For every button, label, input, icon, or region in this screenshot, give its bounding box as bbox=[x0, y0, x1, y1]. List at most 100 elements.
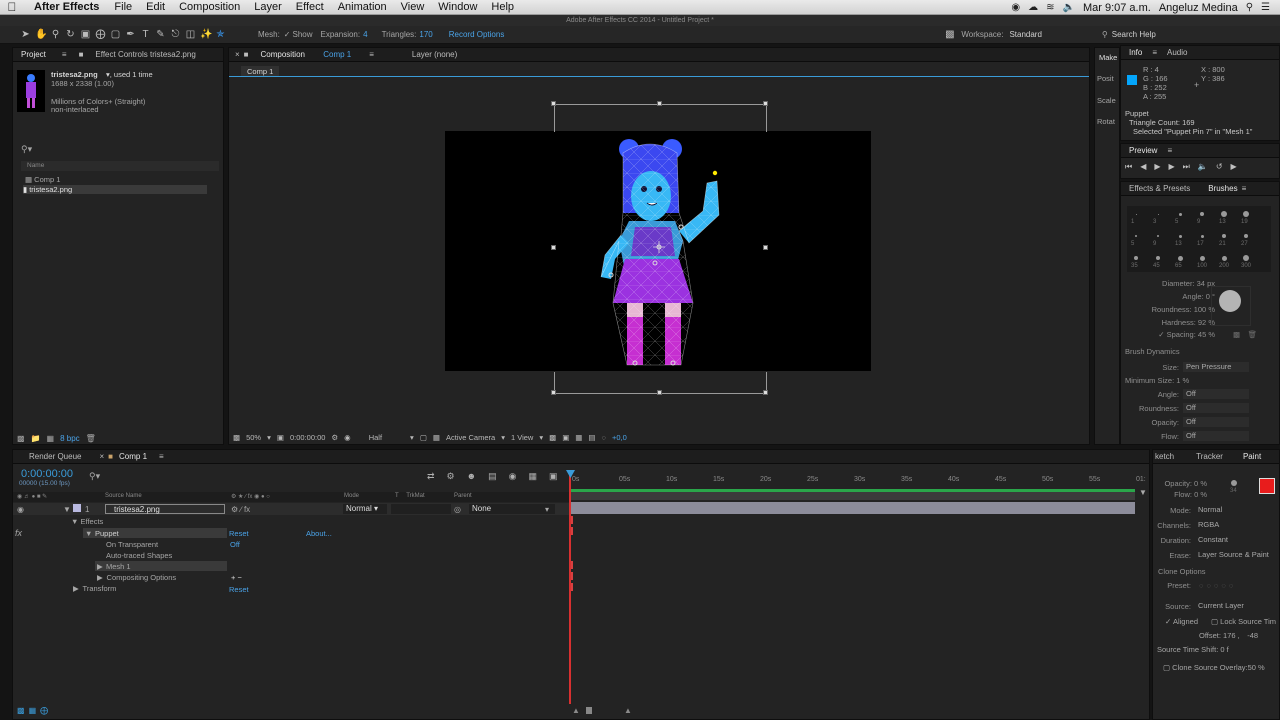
tab-effects-presets[interactable]: Effects & Presets bbox=[1121, 184, 1198, 193]
layer-duration-bar[interactable] bbox=[571, 502, 1135, 514]
resolution-select[interactable]: Half bbox=[369, 433, 382, 442]
show-mesh-checkbox[interactable]: ✓ bbox=[284, 30, 291, 39]
keyframe-marker[interactable] bbox=[571, 572, 573, 580]
exposure-value[interactable]: +0,0 bbox=[612, 433, 627, 442]
column-parent[interactable]: Parent bbox=[454, 493, 472, 499]
brush-tip[interactable] bbox=[1244, 234, 1248, 238]
transform-handle[interactable] bbox=[657, 390, 662, 395]
clone-stamp-tool-icon[interactable]: ⎋ bbox=[170, 29, 181, 40]
graph-editor-icon[interactable]: ▦ bbox=[528, 471, 537, 482]
clone-offset[interactable]: Offset: 176 , -48 bbox=[1199, 631, 1258, 640]
menu-window[interactable]: Window bbox=[431, 1, 484, 13]
side-tab-label[interactable]: Make bbox=[1099, 53, 1117, 62]
duration-select[interactable]: Constant bbox=[1195, 535, 1265, 545]
brush-spacing[interactable]: ✓ Spacing: 45 % bbox=[1131, 330, 1215, 339]
zoom-tool-icon[interactable]: ⚲ bbox=[50, 29, 61, 40]
last-frame-icon[interactable]: ⏭ bbox=[1183, 162, 1190, 172]
current-time[interactable]: 0:00:00:00 bbox=[290, 433, 325, 442]
volume-icon[interactable]: 🔈 bbox=[1063, 2, 1075, 13]
brush-tip[interactable] bbox=[1178, 234, 1182, 238]
fx-icon[interactable]: fx bbox=[15, 528, 22, 538]
transform-group[interactable]: ▶ Transform bbox=[73, 584, 116, 593]
mesh-name[interactable]: Mesh 1 bbox=[106, 562, 131, 571]
tab-tracker[interactable]: Tracker bbox=[1178, 452, 1231, 461]
comp-end-marker[interactable]: ▼ bbox=[1139, 488, 1147, 508]
ram-preview-icon[interactable]: ▶ bbox=[1231, 162, 1237, 172]
paint-opacity[interactable]: Opacity: 0 % bbox=[1155, 479, 1207, 488]
menu-composition[interactable]: Composition bbox=[172, 1, 247, 13]
clone-source-select[interactable]: Current Layer bbox=[1195, 601, 1280, 611]
min-size[interactable]: Minimum Size: 1 % bbox=[1125, 376, 1189, 385]
brush-tip[interactable] bbox=[1135, 235, 1137, 237]
column-trkmat[interactable]: T TrkMat bbox=[395, 493, 425, 499]
interpret-footage-icon[interactable]: ▩ bbox=[17, 434, 25, 443]
angle-dropdown[interactable]: Off bbox=[1183, 389, 1249, 399]
paint-flow[interactable]: Flow: 0 % bbox=[1155, 490, 1207, 499]
audio-icon[interactable]: 🔈 bbox=[1198, 162, 1208, 172]
menu-file[interactable]: File bbox=[107, 1, 139, 13]
work-area-bar[interactable] bbox=[571, 489, 1135, 500]
camera-tool-icon[interactable]: ▣ bbox=[80, 29, 91, 40]
effect-controls-lock-icon[interactable]: ■ bbox=[75, 50, 88, 59]
record-icon[interactable]: ◉ bbox=[1011, 2, 1020, 13]
puppet-about-link[interactable]: About... bbox=[306, 529, 332, 538]
panel-menu-icon[interactable]: ≡ bbox=[151, 452, 172, 461]
next-frame-icon[interactable]: ▶ bbox=[1169, 162, 1175, 172]
search-icon[interactable]: ⚲ bbox=[1246, 2, 1253, 13]
toggle-pixel-icon[interactable]: ▩ bbox=[549, 433, 556, 442]
brush-tip[interactable] bbox=[1134, 256, 1138, 260]
transform-reset-link[interactable]: Reset bbox=[229, 585, 249, 594]
menu-help[interactable]: Help bbox=[484, 1, 521, 13]
cloud-icon[interactable]: ☁ bbox=[1028, 2, 1038, 13]
comp-mini-flowchart-icon[interactable]: ⇄ bbox=[427, 471, 435, 482]
tab-info[interactable]: Info bbox=[1121, 48, 1150, 57]
in-out-toggle-icon[interactable]: ⨁ bbox=[40, 706, 48, 718]
transform-handle[interactable] bbox=[763, 390, 768, 395]
transfer-controls-toggle-icon[interactable]: ▦ bbox=[29, 706, 37, 718]
always-preview-icon[interactable]: ▩ bbox=[233, 433, 240, 442]
transform-handle[interactable] bbox=[657, 101, 662, 106]
erase-select[interactable]: Layer Source & Paint bbox=[1195, 550, 1280, 560]
new-folder-icon[interactable]: 📁 bbox=[31, 434, 41, 443]
puppet-effect-name[interactable]: Puppet bbox=[95, 529, 119, 538]
side-tab-label[interactable]: Scale bbox=[1097, 96, 1116, 105]
menu-animation[interactable]: Animation bbox=[331, 1, 394, 13]
trkmat-select[interactable] bbox=[391, 504, 451, 514]
project-item-comp[interactable]: ▦ Comp 1 bbox=[25, 175, 60, 184]
layer-switches-toggle-icon[interactable]: ▩ bbox=[17, 706, 25, 718]
blend-mode-select[interactable]: Normal ▾ bbox=[343, 504, 387, 514]
tab-paint[interactable]: Paint bbox=[1231, 452, 1265, 461]
fast-preview-icon[interactable]: ▣ bbox=[562, 433, 569, 442]
first-frame-icon[interactable]: ⏮ bbox=[1125, 162, 1132, 172]
source-time-shift[interactable]: Source Time Shift: 0 f bbox=[1157, 645, 1229, 654]
clone-source-overlay[interactable]: ▢ Clone Source Overlay:50 % bbox=[1163, 663, 1265, 672]
brush-tip[interactable] bbox=[1221, 211, 1227, 217]
magnification-select[interactable]: 50% bbox=[246, 433, 261, 442]
layer-row[interactable]: ◉ ▼ 1 tristesa2.png ⚙ ∕ fx Normal ▾ ◎ No… bbox=[13, 503, 569, 515]
draft-3d-icon[interactable]: ⚙ bbox=[447, 471, 455, 482]
transform-handle[interactable] bbox=[551, 101, 556, 106]
new-comp-icon[interactable]: ▦ bbox=[47, 434, 55, 443]
brush-tip[interactable] bbox=[1177, 255, 1183, 261]
snapshot-icon[interactable]: ⚙ bbox=[331, 433, 338, 442]
twirl-right-icon[interactable]: ▶ bbox=[97, 562, 103, 571]
brush-tip[interactable] bbox=[1243, 255, 1249, 261]
puppet-reset-link[interactable]: Reset bbox=[229, 529, 249, 538]
column-name[interactable]: Name bbox=[27, 162, 44, 169]
brush-tip[interactable] bbox=[1221, 255, 1227, 261]
record-options-link[interactable]: Record Options bbox=[449, 30, 505, 39]
keyframe-marker[interactable] bbox=[571, 583, 573, 591]
brush-tip[interactable] bbox=[1243, 211, 1249, 217]
tab-effect-controls[interactable]: Effect Controls tristesa2.png bbox=[87, 50, 203, 59]
flowchart-icon[interactable]: ▤ bbox=[588, 433, 595, 442]
clone-preset-icons[interactable]: ◌◌◌◌◌ bbox=[1199, 581, 1236, 590]
keyframe-marker[interactable] bbox=[571, 527, 573, 535]
rectangle-tool-icon[interactable]: ▢ bbox=[110, 29, 121, 40]
rotate-tool-icon[interactable]: ↻ bbox=[65, 29, 76, 40]
channels-select[interactable]: RGBA bbox=[1195, 520, 1265, 530]
label-color-icon[interactable] bbox=[73, 504, 81, 512]
flow-dropdown[interactable]: Off bbox=[1183, 431, 1249, 441]
twirl-down-icon[interactable]: ▼ bbox=[63, 505, 71, 514]
zoom-slider-handle[interactable] bbox=[586, 707, 592, 714]
panel-menu-icon[interactable]: ≡ bbox=[1165, 146, 1174, 155]
